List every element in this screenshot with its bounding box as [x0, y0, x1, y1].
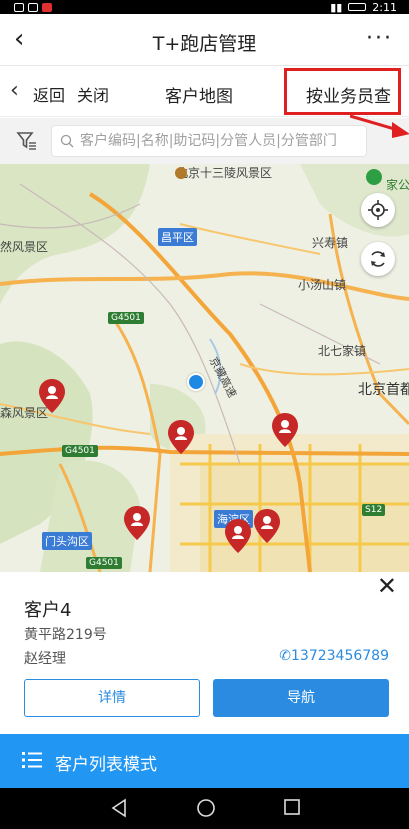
app-screen: ▮▮ 2:11 ‹ T+跑店管理 ··· ‹ 返回 关闭 客户地图 按业务员查 — [0, 0, 409, 829]
close-link[interactable]: 关闭 — [77, 82, 109, 106]
battery-icon — [348, 3, 367, 11]
search-icon — [60, 134, 74, 148]
customer-phone-link[interactable]: ✆13723456789 — [279, 648, 389, 664]
search-box — [51, 125, 367, 157]
list-mode-label: 客户列表模式 — [55, 755, 157, 775]
map-pin-icon[interactable] — [123, 505, 151, 541]
road-tag: G4501 — [86, 557, 122, 569]
back-link[interactable]: 返回 — [33, 82, 65, 106]
map-label: 北七家镇 — [318, 344, 367, 358]
nav-home-icon[interactable] — [196, 798, 216, 818]
customer-address: 黄平路219号 — [24, 627, 107, 643]
map-label: 兴寿镇 — [312, 236, 349, 250]
map-label: 家公 — [386, 178, 409, 192]
app-notification-icon — [42, 2, 52, 12]
detail-button[interactable]: 详情 — [24, 679, 200, 717]
by-salesperson-button[interactable]: 按业务员查 — [284, 68, 401, 115]
signal-icon: ▮▮ — [330, 0, 343, 14]
map-pin-icon[interactable] — [167, 419, 195, 455]
landmark-icon — [175, 167, 187, 179]
map-label: 北京十三陵风景区 — [176, 166, 273, 180]
map-pin-icon[interactable] — [253, 508, 281, 544]
road-tag: G4501 — [62, 445, 98, 457]
locate-button[interactable] — [361, 193, 395, 227]
page-title: T+跑店管理 — [152, 33, 257, 55]
refresh-button[interactable] — [361, 242, 395, 276]
customer-map[interactable]: 北京十三陵风景区 昌平区 兴寿镇 小汤山镇 北七家镇 北京首都 然风景区 森风景… — [0, 164, 409, 572]
wifi-icon — [28, 2, 38, 12]
map-label: 昌平区 — [158, 228, 197, 246]
customer-name: 客户4 — [24, 600, 72, 621]
search-bar — [0, 118, 409, 164]
map-label: 门头沟区 — [42, 532, 92, 550]
red-annotation-arrow — [350, 114, 409, 138]
status-time: 2:11 — [372, 0, 397, 14]
map-title: 客户地图 — [165, 87, 233, 107]
status-bar: ▮▮ 2:11 — [0, 0, 409, 14]
map-label: 然风景区 — [0, 240, 49, 254]
system-nav-bar — [0, 788, 409, 829]
chevron-left-icon[interactable]: ‹ — [10, 78, 19, 103]
refresh-icon — [371, 251, 385, 267]
app-titlebar: ‹ T+跑店管理 ··· — [0, 14, 409, 66]
phone-icon: ✆ — [279, 648, 292, 664]
map-pin-icon[interactable] — [271, 412, 299, 448]
list-icon — [22, 752, 42, 768]
map-label: 北京首都 — [358, 382, 409, 398]
search-input[interactable] — [80, 129, 364, 153]
map-pin-icon[interactable] — [38, 378, 66, 414]
customer-contact: 赵经理 — [24, 651, 66, 667]
map-canvas — [0, 164, 409, 572]
filter-icon[interactable] — [16, 130, 38, 152]
customer-phone: 13723456789 — [291, 648, 389, 664]
nav-back-icon[interactable] — [110, 798, 128, 818]
navigate-button[interactable]: 导航 — [213, 679, 389, 717]
sim-icon — [14, 2, 24, 12]
map-label: 小汤山镇 — [298, 278, 347, 292]
current-location-dot — [187, 373, 205, 391]
nav-recents-icon[interactable] — [283, 798, 301, 816]
map-pin-icon[interactable] — [224, 518, 252, 554]
crosshair-icon — [368, 200, 388, 220]
list-mode-button[interactable]: 客户列表模式 — [0, 734, 409, 788]
road-tag: S12 — [362, 504, 386, 516]
road-tag: G4501 — [108, 312, 144, 324]
map-navbar: ‹ 返回 关闭 客户地图 按业务员查 — [0, 67, 409, 117]
close-icon[interactable]: ✕ — [377, 572, 397, 600]
more-menu-icon[interactable]: ··· — [366, 26, 393, 51]
customer-card: ✕ 客户4 黄平路219号 赵经理 ✆13723456789 详情 导航 — [0, 572, 409, 734]
park-icon — [366, 169, 382, 185]
